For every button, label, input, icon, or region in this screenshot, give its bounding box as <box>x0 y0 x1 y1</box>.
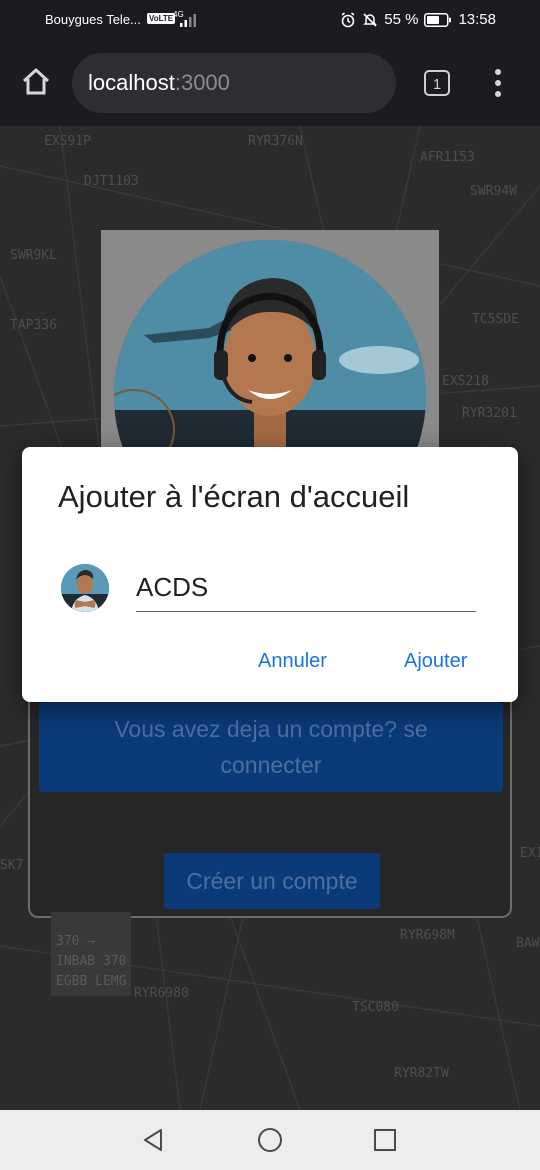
signal-icon <box>180 14 196 27</box>
dialog-title: Ajouter à l'écran d'accueil <box>58 479 410 514</box>
status-bar: Bouygues Tele... VoLTE 4G 55 % 13:58 <box>0 0 540 40</box>
mute-icon <box>363 12 378 27</box>
volte-badge: VoLTE <box>147 13 176 24</box>
system-navigation-bar <box>0 1110 540 1170</box>
carrier-name: Bouygues Tele... <box>45 12 141 27</box>
add-button[interactable]: Ajouter <box>404 650 467 673</box>
app-icon-image <box>61 564 109 612</box>
battery-percent: 55 % <box>384 11 419 28</box>
recents-icon[interactable] <box>372 1127 398 1153</box>
alarm-icon <box>341 11 355 27</box>
home-nav-icon[interactable] <box>257 1127 283 1153</box>
shortcut-name-input[interactable] <box>136 563 476 612</box>
add-to-home-dialog: Ajouter à l'écran d'accueil Annuler Ajou… <box>22 447 518 702</box>
cancel-button[interactable]: Annuler <box>258 650 327 673</box>
battery-icon <box>424 12 452 27</box>
app-icon <box>61 564 109 612</box>
clock: 13:58 <box>458 11 496 28</box>
back-icon[interactable] <box>141 1127 167 1153</box>
